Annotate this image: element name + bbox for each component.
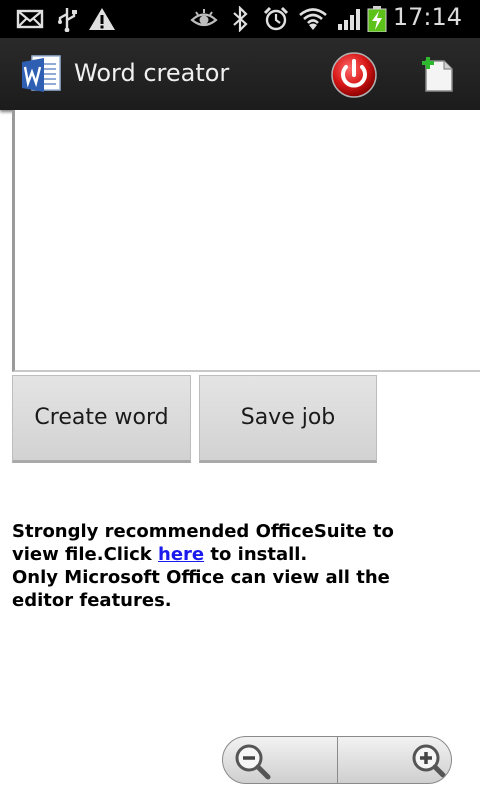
battery-charging-icon xyxy=(367,6,387,32)
bluetooth-icon xyxy=(233,6,248,32)
install-here-link[interactable]: here xyxy=(158,544,204,565)
usb-icon xyxy=(58,8,77,32)
officesuite-recommendation: Strongly recommended OfficeSuite to view… xyxy=(12,520,422,612)
wifi-icon xyxy=(299,8,327,30)
power-icon[interactable] xyxy=(330,51,378,99)
signal-icon xyxy=(338,9,360,30)
document-text-editor[interactable] xyxy=(12,110,480,372)
info-line2: Only Microsoft Office can view all the e… xyxy=(12,567,390,611)
eye-icon xyxy=(190,9,218,27)
info-line1-suffix: to install. xyxy=(204,544,308,565)
alarm-icon xyxy=(263,6,289,31)
word-app-icon xyxy=(22,55,61,92)
warning-icon xyxy=(89,8,115,30)
mail-icon xyxy=(16,9,44,29)
zoom-control xyxy=(222,736,452,784)
new-document-icon[interactable] xyxy=(418,55,458,95)
zoom-in-icon xyxy=(412,744,446,778)
status-bar: 17:14 xyxy=(0,0,480,38)
app-title: Word creator xyxy=(74,59,230,87)
zoom-out-button[interactable] xyxy=(223,737,338,783)
zoom-in-button[interactable] xyxy=(338,737,451,783)
action-bar: Word creator xyxy=(0,38,480,110)
status-time: 17:14 xyxy=(392,3,462,31)
zoom-out-icon xyxy=(235,744,271,780)
save-job-button[interactable]: Save job xyxy=(199,375,377,463)
create-word-button[interactable]: Create word xyxy=(12,375,191,463)
